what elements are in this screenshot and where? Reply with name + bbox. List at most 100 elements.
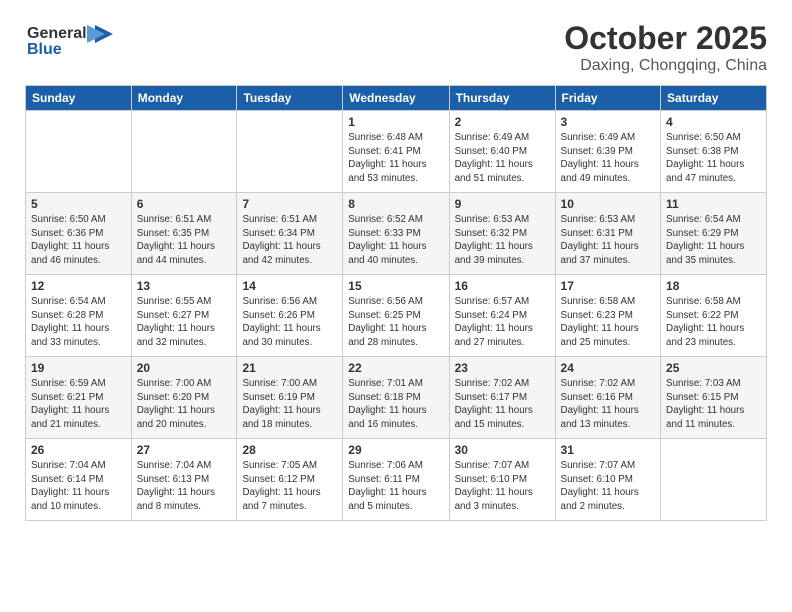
day-number: 21 <box>242 361 337 375</box>
table-row <box>661 439 767 521</box>
day-info: Sunrise: 6:54 AM Sunset: 6:29 PM Dayligh… <box>666 213 761 268</box>
day-info: Sunrise: 7:00 AM Sunset: 6:19 PM Dayligh… <box>242 377 337 432</box>
day-number: 13 <box>137 279 232 293</box>
day-number: 2 <box>455 115 550 129</box>
day-number: 22 <box>348 361 443 375</box>
day-number: 31 <box>561 443 656 457</box>
table-row: 20Sunrise: 7:00 AM Sunset: 6:20 PM Dayli… <box>131 357 237 439</box>
calendar-week-row: 12 Sunrise: 6:54 AM Sunset: 6:28 PM Dayli… <box>26 275 767 357</box>
table-row: 24 Sunrise: 7:02 AM Sunset: 6:16 PM Dayli… <box>555 357 661 439</box>
day-info: Sunrise: 6:50 AM Sunset: 6:38 PM Dayligh… <box>666 131 761 186</box>
table-row <box>26 111 132 193</box>
day-number: 18 <box>666 279 761 293</box>
table-row: 3 Sunrise: 6:49 AM Sunset: 6:39 PM Daylig… <box>555 111 661 193</box>
table-row: 1 Sunrise: 6:48 AM Sunset: 6:41 PM Daylig… <box>343 111 449 193</box>
table-row: 13 Sunrise: 6:55 AM Sunset: 6:27 PM Dayli… <box>131 275 237 357</box>
day-number: 9 <box>455 197 550 211</box>
day-info: Sunrise: 6:57 AM Sunset: 6:24 PM Dayligh… <box>455 295 550 350</box>
header-tuesday: Tuesday <box>237 86 343 111</box>
day-info: Sunrise: 7:00 AM Sunset: 6:20 PM Dayligh… <box>137 377 232 432</box>
table-row <box>131 111 237 193</box>
day-number: 5 <box>31 197 126 211</box>
table-row: 23 Sunrise: 7:02 AM Sunset: 6:17 PM Dayli… <box>449 357 555 439</box>
header-wednesday: Wednesday <box>343 86 449 111</box>
day-info: Sunrise: 7:03 AM Sunset: 6:15 PM Dayligh… <box>666 377 761 432</box>
table-row: 18 Sunrise: 6:58 AM Sunset: 6:22 PM Dayli… <box>661 275 767 357</box>
day-info: Sunrise: 6:56 AM Sunset: 6:26 PM Dayligh… <box>242 295 337 350</box>
day-info: Sunrise: 7:05 AM Sunset: 6:12 PM Dayligh… <box>242 459 337 514</box>
day-number: 4 <box>666 115 761 129</box>
table-row: 2 Sunrise: 6:49 AM Sunset: 6:40 PM Daylig… <box>449 111 555 193</box>
day-info: Sunrise: 6:54 AM Sunset: 6:28 PM Dayligh… <box>31 295 126 350</box>
day-info: Sunrise: 6:49 AM Sunset: 6:39 PM Dayligh… <box>561 131 656 186</box>
day-number: 14 <box>242 279 337 293</box>
day-number: 24 <box>561 361 656 375</box>
table-row: 11 Sunrise: 6:54 AM Sunset: 6:29 PM Dayli… <box>661 193 767 275</box>
day-info: Sunrise: 6:51 AM Sunset: 6:34 PM Dayligh… <box>242 213 337 268</box>
day-info: Sunrise: 6:59 AM Sunset: 6:21 PM Dayligh… <box>31 377 126 432</box>
weekday-header-row: Sunday Monday Tuesday Wednesday Thursday… <box>26 86 767 111</box>
header-thursday: Thursday <box>449 86 555 111</box>
day-number: 6 <box>137 197 232 211</box>
day-info: Sunrise: 6:55 AM Sunset: 6:27 PM Dayligh… <box>137 295 232 350</box>
table-row: 21 Sunrise: 7:00 AM Sunset: 6:19 PM Dayli… <box>237 357 343 439</box>
day-info: Sunrise: 7:01 AM Sunset: 6:18 PM Dayligh… <box>348 377 443 432</box>
day-number: 25 <box>666 361 761 375</box>
table-row: 29 Sunrise: 7:06 AM Sunset: 6:11 PM Dayli… <box>343 439 449 521</box>
calendar-table: Sunday Monday Tuesday Wednesday Thursday… <box>25 85 767 521</box>
day-info: Sunrise: 6:51 AM Sunset: 6:35 PM Dayligh… <box>137 213 232 268</box>
table-row: 14 Sunrise: 6:56 AM Sunset: 6:26 PM Dayli… <box>237 275 343 357</box>
logo: General Blue <box>25 20 115 60</box>
table-row: 10Sunrise: 6:53 AM Sunset: 6:31 PM Dayli… <box>555 193 661 275</box>
day-info: Sunrise: 7:02 AM Sunset: 6:17 PM Dayligh… <box>455 377 550 432</box>
day-number: 29 <box>348 443 443 457</box>
day-number: 3 <box>561 115 656 129</box>
day-number: 16 <box>455 279 550 293</box>
table-row: 28 Sunrise: 7:05 AM Sunset: 6:12 PM Dayli… <box>237 439 343 521</box>
day-info: Sunrise: 6:52 AM Sunset: 6:33 PM Dayligh… <box>348 213 443 268</box>
day-info: Sunrise: 6:58 AM Sunset: 6:23 PM Dayligh… <box>561 295 656 350</box>
calendar-week-row: 19 Sunrise: 6:59 AM Sunset: 6:21 PM Dayli… <box>26 357 767 439</box>
header-friday: Friday <box>555 86 661 111</box>
day-number: 23 <box>455 361 550 375</box>
table-row: 7 Sunrise: 6:51 AM Sunset: 6:34 PM Daylig… <box>237 193 343 275</box>
day-number: 26 <box>31 443 126 457</box>
page-header: General Blue October 2025 Daxing, Chongq… <box>25 20 767 75</box>
day-number: 17 <box>561 279 656 293</box>
day-number: 11 <box>666 197 761 211</box>
day-number: 27 <box>137 443 232 457</box>
day-number: 15 <box>348 279 443 293</box>
day-info: Sunrise: 7:02 AM Sunset: 6:16 PM Dayligh… <box>561 377 656 432</box>
location-subtitle: Daxing, Chongqing, China <box>564 57 767 75</box>
table-row: 9Sunrise: 6:53 AM Sunset: 6:32 PM Daylig… <box>449 193 555 275</box>
calendar-week-row: 5Sunrise: 6:50 AM Sunset: 6:36 PM Daylig… <box>26 193 767 275</box>
day-info: Sunrise: 6:56 AM Sunset: 6:25 PM Dayligh… <box>348 295 443 350</box>
day-info: Sunrise: 6:49 AM Sunset: 6:40 PM Dayligh… <box>455 131 550 186</box>
day-info: Sunrise: 7:06 AM Sunset: 6:11 PM Dayligh… <box>348 459 443 514</box>
day-number: 1 <box>348 115 443 129</box>
day-number: 28 <box>242 443 337 457</box>
table-row: 17 Sunrise: 6:58 AM Sunset: 6:23 PM Dayli… <box>555 275 661 357</box>
table-row: 25 Sunrise: 7:03 AM Sunset: 6:15 PM Dayli… <box>661 357 767 439</box>
table-row: 5Sunrise: 6:50 AM Sunset: 6:36 PM Daylig… <box>26 193 132 275</box>
table-row: 27Sunrise: 7:04 AM Sunset: 6:13 PM Dayli… <box>131 439 237 521</box>
table-row: 16 Sunrise: 6:57 AM Sunset: 6:24 PM Dayli… <box>449 275 555 357</box>
day-info: Sunrise: 7:04 AM Sunset: 6:14 PM Dayligh… <box>31 459 126 514</box>
day-number: 12 <box>31 279 126 293</box>
day-number: 7 <box>242 197 337 211</box>
logo-svg: General Blue <box>25 20 115 60</box>
month-title: October 2025 <box>564 20 767 57</box>
table-row <box>237 111 343 193</box>
day-number: 8 <box>348 197 443 211</box>
title-block: October 2025 Daxing, Chongqing, China <box>564 20 767 75</box>
table-row: 12 Sunrise: 6:54 AM Sunset: 6:28 PM Dayli… <box>26 275 132 357</box>
day-number: 30 <box>455 443 550 457</box>
day-number: 19 <box>31 361 126 375</box>
table-row: 22 Sunrise: 7:01 AM Sunset: 6:18 PM Dayli… <box>343 357 449 439</box>
day-info: Sunrise: 6:48 AM Sunset: 6:41 PM Dayligh… <box>348 131 443 186</box>
table-row: 30Sunrise: 7:07 AM Sunset: 6:10 PM Dayli… <box>449 439 555 521</box>
header-monday: Monday <box>131 86 237 111</box>
table-row: 4 Sunrise: 6:50 AM Sunset: 6:38 PM Daylig… <box>661 111 767 193</box>
day-info: Sunrise: 6:58 AM Sunset: 6:22 PM Dayligh… <box>666 295 761 350</box>
header-saturday: Saturday <box>661 86 767 111</box>
